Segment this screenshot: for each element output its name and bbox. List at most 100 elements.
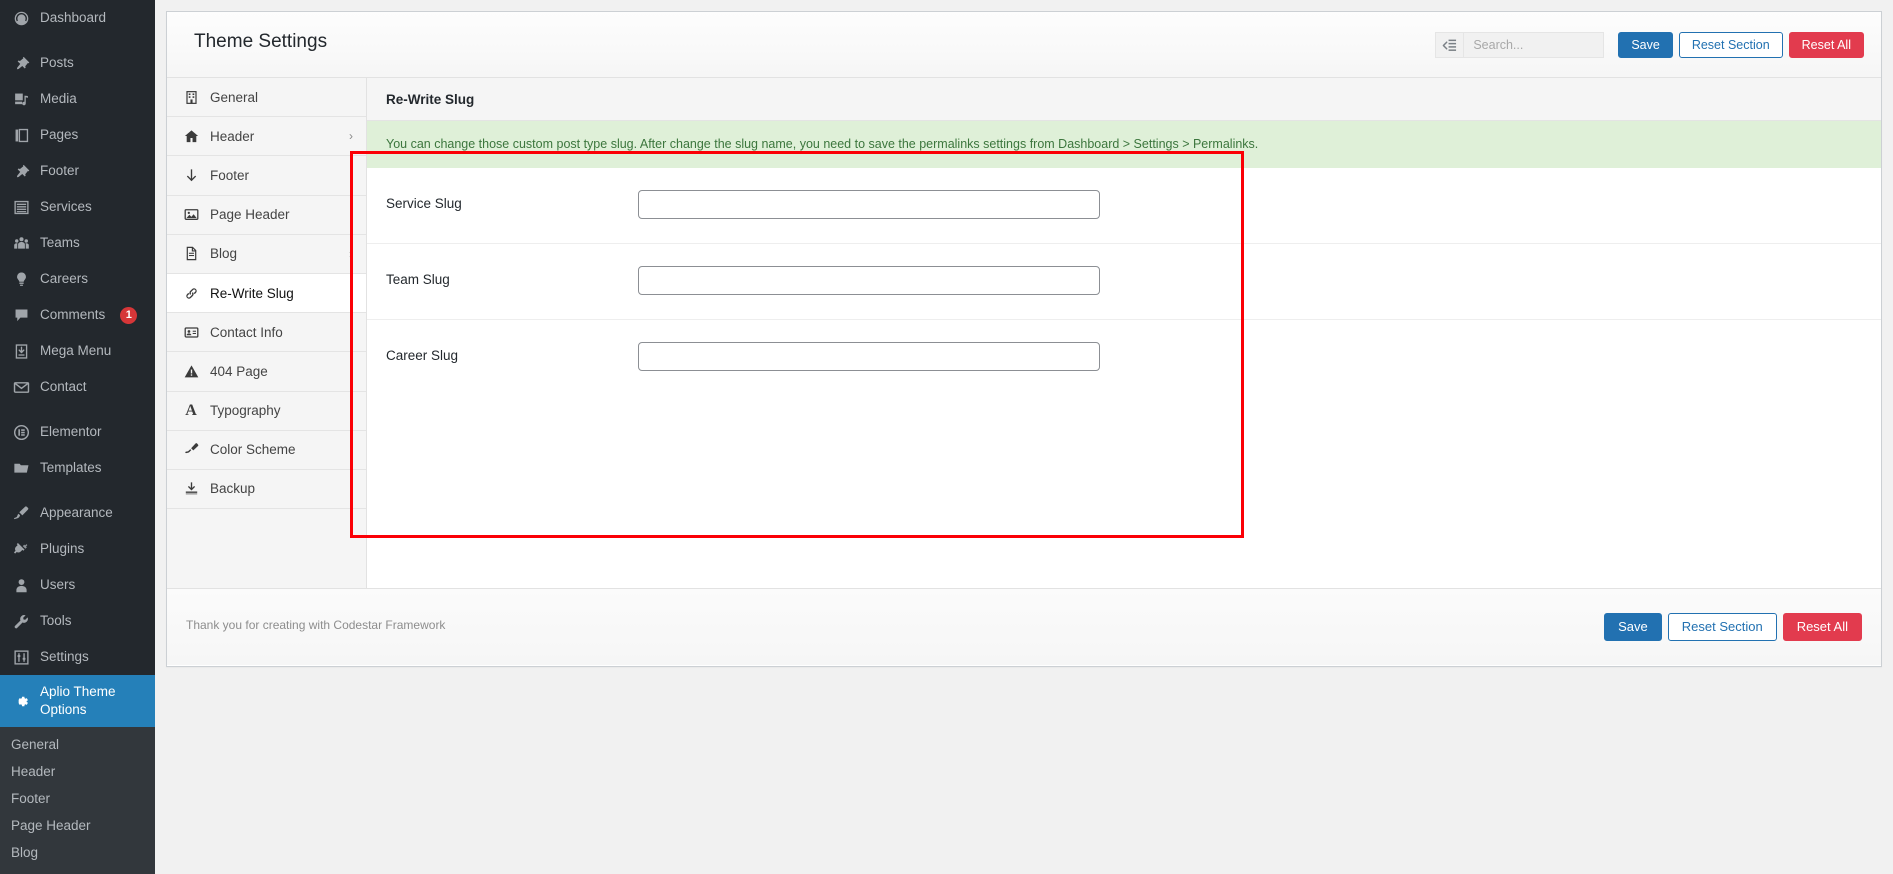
team-slug-label: Team Slug (386, 271, 450, 287)
sidebar-item-posts[interactable]: Posts (0, 45, 155, 81)
sidebar-item-mega-menu[interactable]: Mega Menu (0, 333, 155, 369)
submenu-item-general[interactable]: General (0, 731, 155, 758)
section-notice: You can change those custom post type sl… (367, 121, 1881, 168)
settings-nav-item-page-header[interactable]: Page Header (167, 196, 366, 235)
sidebar-item-appearance[interactable]: Appearance (0, 495, 155, 531)
settings-nav-item-typography[interactable]: A Typography (167, 392, 366, 431)
service-slug-input[interactable] (638, 189, 1100, 219)
comment-icon (11, 305, 31, 325)
save-button-top[interactable]: Save (1618, 32, 1673, 58)
save-button-bottom[interactable]: Save (1604, 613, 1662, 641)
menu-separator (0, 486, 155, 495)
sidebar-item-label: Posts (40, 54, 74, 70)
reset-section-button-bottom[interactable]: Reset Section (1667, 613, 1777, 641)
sidebar-item-dashboard[interactable]: Dashboard (0, 0, 155, 36)
reset-section-button-top[interactable]: Reset Section (1678, 32, 1783, 58)
sidebar-item-plugins[interactable]: Plugins (0, 531, 155, 567)
career-slug-input[interactable] (638, 341, 1100, 371)
sidebar-item-label: Pages (40, 126, 79, 142)
sidebar-item-label: Users (40, 576, 76, 592)
settings-nav-item-label: Blog (210, 246, 238, 262)
sidebar-item-teams[interactable]: Teams (0, 225, 155, 261)
media-icon (11, 89, 31, 109)
settings-content: Re-Write Slug You can change those custo… (367, 78, 1881, 588)
sidebar-item-label: Careers (40, 270, 89, 286)
settings-nav-item-label: Color Scheme (210, 442, 296, 458)
field-row: Team Slug (367, 244, 1881, 320)
user-icon (11, 575, 31, 595)
settings-nav-item-general[interactable]: General (167, 78, 366, 118)
sidebar-item-label: Media (40, 90, 77, 106)
image-icon (183, 207, 199, 222)
settings-nav-item-header[interactable]: Header › (167, 117, 366, 157)
sidebar-item-label: Teams (40, 234, 80, 250)
sidebar-item-users[interactable]: Users (0, 567, 155, 603)
brush-icon (183, 442, 199, 457)
submenu-item-footer[interactable]: Footer (0, 785, 155, 812)
panel-header: Theme Settings Save Reset Section Reset … (167, 12, 1881, 78)
sidebar-item-label: Footer (40, 162, 80, 178)
list-icon (11, 197, 31, 217)
field-row: Career Slug (367, 320, 1881, 396)
sidebar-item-label: Aplio Theme Options (40, 684, 116, 718)
reset-all-button-top[interactable]: Reset All (1788, 32, 1864, 58)
pin-icon (11, 53, 31, 73)
sidebar-item-label: Settings (40, 648, 89, 664)
submenu-item-blog[interactable]: Blog (0, 839, 155, 866)
submenu-item-page-header[interactable]: Page Header (0, 812, 155, 839)
settings-nav-item-label: Re-Write Slug (210, 285, 294, 301)
settings-nav-item-blog[interactable]: Blog › (167, 235, 366, 274)
sidebar-item-footer[interactable]: Footer (0, 153, 155, 189)
pin-icon (11, 161, 31, 181)
home-icon (183, 129, 199, 144)
footer-credit: Thank you for creating with Codestar Fra… (186, 618, 446, 632)
section-title: Re-Write Slug (367, 78, 1881, 121)
panel-footer: Thank you for creating with Codestar Fra… (167, 588, 1881, 665)
team-slug-input[interactable] (638, 265, 1100, 295)
sidebar-item-comments[interactable]: Comments 1 (0, 297, 155, 333)
elementor-icon (11, 422, 31, 442)
settings-nav-item-label: Backup (210, 481, 256, 497)
submenu-item-header[interactable]: Header (0, 758, 155, 785)
chevron-right-icon: › (349, 129, 353, 144)
settings-nav-item-404-page[interactable]: 404 Page (167, 352, 366, 392)
sidebar-item-settings[interactable]: Settings (0, 639, 155, 675)
wrench-icon (11, 611, 31, 631)
settings-nav-item-label: Header (210, 128, 255, 144)
warning-icon (183, 364, 199, 379)
sidebar-item-aplio-theme-options[interactable]: Aplio Theme Options (0, 675, 163, 728)
settings-nav-item-contact-info[interactable]: Contact Info (167, 313, 366, 353)
comments-count-badge: 1 (120, 306, 138, 324)
sidebar-item-templates[interactable]: Templates (0, 450, 155, 486)
settings-nav-item-footer[interactable]: Footer (167, 156, 366, 196)
settings-nav-item-label: General (210, 89, 259, 105)
sidebar-item-label: Tools (40, 612, 72, 628)
sidebar-item-tools[interactable]: Tools (0, 603, 155, 639)
reset-all-button-bottom[interactable]: Reset All (1782, 613, 1862, 641)
sidebar-item-careers[interactable]: Careers (0, 261, 155, 297)
sidebar-item-media[interactable]: Media (0, 81, 155, 117)
sidebar-item-pages[interactable]: Pages (0, 117, 155, 153)
admin-content-area: Theme Settings Save Reset Section Reset … (155, 0, 1893, 849)
sidebar-item-elementor[interactable]: Elementor (0, 414, 155, 450)
group-icon (11, 233, 31, 253)
settings-nav-item-backup[interactable]: Backup (167, 470, 366, 510)
sidebar-item-services[interactable]: Services (0, 189, 155, 225)
admin-sidebar: Dashboard Posts Media Pages Footer Services Te… (0, 0, 163, 874)
sidebar-item-contact[interactable]: Contact (0, 369, 155, 405)
panel-body: General Header › Footer Page Header Blog › Re-W… (167, 78, 1881, 588)
download-box-icon (11, 341, 31, 361)
sidebar-item-label: Appearance (40, 504, 113, 520)
paintbrush-icon (11, 503, 31, 523)
settings-nav: General Header › Footer Page Header Blog › Re-W… (167, 78, 367, 588)
sidebar-item-label: Dashboard (40, 9, 107, 25)
building-icon (183, 90, 199, 105)
settings-nav-item-color-scheme[interactable]: Color Scheme (167, 431, 366, 470)
search-input[interactable] (1464, 32, 1605, 58)
collapse-panel-icon[interactable] (1435, 32, 1465, 58)
sidebar-item-label: Comments (40, 306, 106, 322)
dashboard-icon (11, 8, 31, 28)
settings-nav-item-re-write-slug[interactable]: Re-Write Slug (167, 273, 366, 314)
envelope-icon (11, 377, 31, 397)
contact-card-icon (183, 325, 199, 340)
